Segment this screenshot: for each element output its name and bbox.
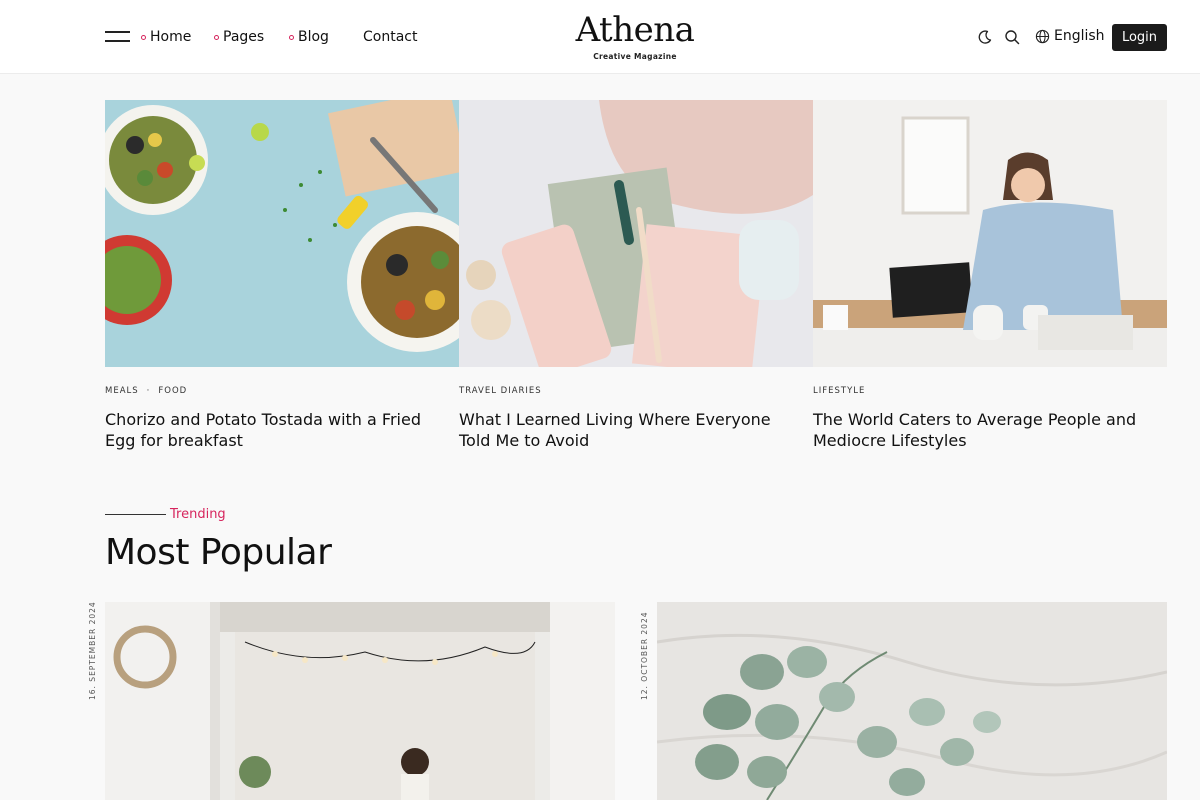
logo-title: Athena (575, 10, 695, 50)
nav-pages-label: Pages (223, 29, 265, 45)
card-title[interactable]: Chorizo and Potato Tostada with a Fried … (105, 409, 435, 451)
card-categories: TRAVEL DIARIES (459, 386, 813, 396)
section-eyebrow: Trending (105, 507, 226, 522)
category-link[interactable]: MEALS (105, 386, 139, 396)
category-link[interactable]: TRAVEL DIARIES (459, 386, 542, 396)
globe-icon (1035, 29, 1050, 43)
post-date-label: 12. OCTOBER 2024 (640, 611, 649, 700)
nav-blog-label: Blog (298, 29, 329, 45)
nav-blog[interactable]: Blog (289, 29, 329, 45)
featured-card: MEALS · FOOD Chorizo and Potato Tostada … (105, 100, 459, 451)
section-title: Most Popular (105, 532, 332, 573)
card-title[interactable]: What I Learned Living Where Everyone Tol… (459, 409, 789, 451)
eyebrow-line (105, 514, 166, 515)
popular-image-eucalyptus[interactable] (657, 602, 1167, 800)
site-logo[interactable]: Athena Creative Magazine (560, 10, 710, 61)
card-categories: LIFESTYLE (813, 386, 1167, 396)
post-date-label: 16. SEPTEMBER 2024 (88, 601, 97, 700)
post-date: 12. OCTOBER 2024 (640, 602, 652, 702)
card-title[interactable]: The World Caters to Average People and M… (813, 409, 1143, 451)
post-date: 16. SEPTEMBER 2024 (88, 601, 100, 702)
eyebrow-label: Trending (170, 507, 226, 522)
nav-contact-label: Contact (363, 29, 418, 45)
nav-pages[interactable]: Pages (214, 29, 264, 45)
featured-card: TRAVEL DIARIES What I Learned Living Whe… (459, 100, 813, 451)
category-link[interactable]: FOOD (158, 386, 187, 396)
nav-dot-icon (141, 34, 146, 40)
featured-card: LIFESTYLE The World Caters to Average Pe… (813, 100, 1167, 451)
featured-image-office[interactable] (813, 100, 1167, 367)
moon-icon[interactable] (977, 29, 993, 45)
language-label: English (1054, 28, 1105, 44)
menu-icon[interactable] (105, 31, 130, 43)
site-header: Home Pages Blog Contact Athena Creative … (0, 0, 1200, 74)
featured-image-flatlay[interactable] (459, 100, 813, 367)
featured-image-food[interactable] (105, 100, 459, 367)
card-categories: MEALS · FOOD (105, 386, 459, 396)
popular-image-workspace[interactable] (105, 602, 615, 800)
login-button[interactable]: Login (1112, 24, 1167, 51)
nav-home[interactable]: Home (141, 29, 191, 45)
nav-home-label: Home (150, 29, 192, 45)
category-separator: · (146, 386, 151, 396)
category-link[interactable]: LIFESTYLE (813, 386, 865, 396)
language-selector[interactable]: English (1035, 28, 1105, 44)
nav-dot-icon (214, 34, 219, 40)
nav-dot-icon (289, 34, 294, 40)
logo-subtitle: Creative Magazine (593, 52, 677, 61)
search-icon[interactable] (1004, 29, 1020, 45)
nav-contact[interactable]: Contact (363, 29, 417, 45)
